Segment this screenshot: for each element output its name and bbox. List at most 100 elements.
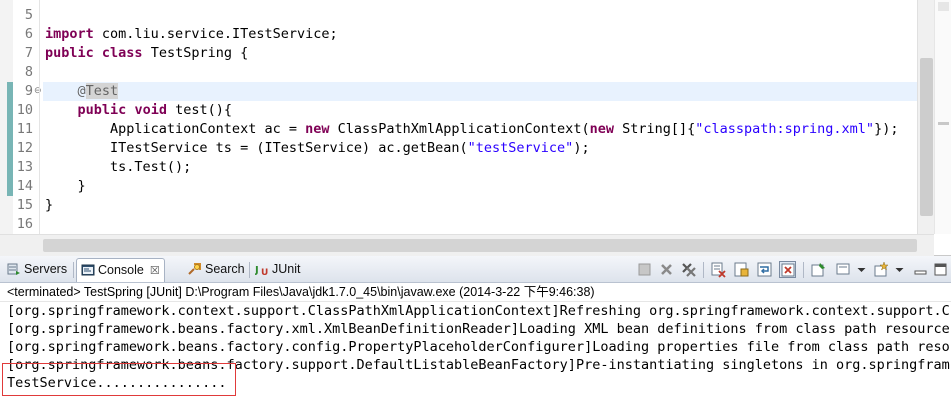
tab-servers[interactable]: Servers — [3, 258, 71, 282]
word-wrap-button[interactable] — [756, 261, 773, 278]
code-token: class — [101, 45, 143, 61]
code-line: public void test(){ — [45, 101, 232, 120]
line-number: 8 — [24, 64, 33, 80]
overview-ruler-mark[interactable] — [938, 122, 949, 125]
line-number: 15 — [16, 197, 33, 213]
search-icon — [188, 262, 201, 275]
remove-launch-icon — [661, 264, 672, 275]
scroll-lock-icon — [734, 262, 749, 277]
tab-junit-label: JUnit — [272, 262, 301, 276]
tab-junit[interactable]: J U JUnit — [251, 258, 304, 282]
remove-all-terminated-button[interactable] — [680, 261, 697, 278]
code-token: ApplicationContext ac = — [45, 121, 306, 137]
close-icon[interactable]: ☒ — [150, 260, 160, 282]
code-token: "classpath:spring.xml" — [695, 121, 875, 137]
line-number: 14 — [16, 178, 33, 194]
terminate-button[interactable] — [636, 261, 653, 278]
code-line: ts.Test(); — [45, 158, 191, 177]
view-tab-bar: Servers Console ☒ Search J U JUnit — [0, 256, 951, 283]
show-console-on-output-icon — [781, 263, 795, 277]
minimize-icon — [914, 270, 927, 275]
code-token: import — [45, 26, 94, 42]
code-token: public — [77, 102, 127, 118]
remove-all-terminated-icon — [682, 263, 696, 277]
maximize-view-button[interactable] — [932, 261, 949, 278]
line-number: 5 — [24, 7, 33, 23]
code-token: public — [45, 45, 94, 61]
fold-collapse-icon[interactable]: ⊖ — [34, 82, 42, 101]
code-token: TestSpring { — [142, 45, 249, 61]
tab-servers-label: Servers — [24, 262, 68, 276]
editor-vertical-scroll-thumb[interactable] — [920, 58, 933, 216]
code-token: ); — [573, 140, 590, 156]
line-number: 16 — [16, 216, 33, 232]
code-token: } — [45, 197, 54, 213]
code-token: com.liu.service.ITestService; — [93, 26, 338, 42]
line-number: 6 — [24, 26, 33, 42]
chevron-down-icon — [857, 268, 866, 272]
minimize-view-button[interactable] — [912, 261, 929, 278]
code-token: ClassPathXmlApplicationContext( — [329, 121, 590, 137]
toolbar-separator — [803, 262, 804, 278]
word-wrap-icon — [757, 262, 772, 277]
clear-console-icon — [711, 262, 726, 278]
code-token: test(){ — [166, 102, 232, 118]
line-number: 9 — [24, 83, 33, 99]
remove-launch-button[interactable] — [658, 261, 675, 278]
scroll-lock-button[interactable] — [733, 261, 750, 278]
svg-text:J: J — [255, 265, 259, 276]
line-number-gutter: 5 6 7 8 9 ⊖ 10 11 12 13 14 15 16 — [13, 0, 42, 234]
code-line: public class TestSpring { — [45, 44, 248, 63]
servers-icon — [7, 263, 20, 275]
code-token: new — [305, 121, 330, 137]
tab-search[interactable]: Search — [184, 258, 249, 282]
console-icon — [81, 264, 95, 276]
tab-separator — [73, 262, 74, 278]
editor-horizontal-scroll-thumb[interactable] — [43, 239, 917, 252]
chevron-down-icon — [895, 268, 904, 272]
overview-marker-bar — [0, 0, 14, 234]
code-token: @ — [77, 83, 86, 99]
editor-horizontal-scrollbar[interactable] — [0, 234, 934, 256]
pin-console-button[interactable] — [810, 261, 827, 278]
console-line: [org.springframework.beans.factory.confi… — [7, 339, 950, 355]
highlight-annotation-box — [2, 363, 236, 396]
code-line: } — [45, 196, 53, 215]
line-number: 10 — [16, 102, 33, 118]
code-token: } — [45, 178, 86, 194]
overview-ruler[interactable] — [934, 0, 951, 234]
code-token: ts.Test(); — [45, 159, 192, 175]
show-console-on-output-button[interactable] — [779, 261, 796, 278]
code-token: String[]{ — [613, 121, 696, 137]
gutter-separator — [39, 0, 40, 234]
code-line: import com.liu.service.ITestService; — [45, 25, 338, 44]
display-selected-console-button[interactable] — [835, 261, 852, 278]
console-output[interactable]: [org.springframework.context.support.Cla… — [0, 302, 951, 411]
console-process-label: <terminated> TestSpring [JUnit] D:\Progr… — [0, 283, 951, 302]
code-editor[interactable]: 5 6 7 8 9 ⊖ 10 11 12 13 14 15 16 import com.liu.serv… — [0, 0, 951, 256]
code-token: Test — [85, 83, 119, 99]
open-console-button[interactable] — [873, 261, 890, 278]
pin-console-icon — [811, 263, 825, 277]
terminate-icon — [638, 263, 651, 276]
overview-ruler-summary — [938, 2, 949, 11]
line-number: 11 — [16, 121, 33, 137]
display-selected-console-dropdown[interactable] — [853, 261, 866, 278]
code-token: "testService" — [467, 140, 574, 156]
line-number: 7 — [24, 45, 33, 61]
code-text-area[interactable]: import com.liu.service.ITestService; publ… — [43, 0, 917, 234]
editor-vertical-scrollbar[interactable] — [917, 0, 934, 234]
display-selected-console-icon — [836, 263, 850, 275]
open-console-dropdown[interactable] — [891, 261, 904, 278]
line-number: 13 — [16, 159, 33, 175]
clear-console-button[interactable] — [710, 261, 727, 278]
tab-console[interactable]: Console ☒ — [76, 258, 165, 282]
code-line: ITestService ts = (ITestService) ac.getB… — [45, 139, 590, 158]
toolbar-separator — [703, 262, 704, 278]
svg-text:U: U — [261, 268, 268, 276]
tab-console-label: Console — [98, 263, 144, 277]
line-number: 12 — [16, 140, 33, 156]
tab-search-label: Search — [205, 262, 245, 276]
